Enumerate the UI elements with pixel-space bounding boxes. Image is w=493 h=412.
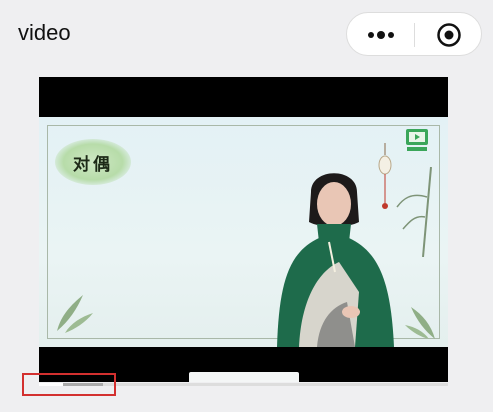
video-player[interactable]: 对偶 [39, 77, 448, 382]
mini-program-capsule [346, 12, 482, 56]
more-dots-icon [367, 31, 394, 39]
annotation-highlight-box [22, 373, 116, 396]
more-button[interactable] [347, 13, 414, 57]
topic-bubble: 对偶 [55, 139, 131, 185]
close-button[interactable] [415, 13, 482, 57]
leaf-decoration-left [57, 295, 93, 333]
topic-label: 对偶 [73, 154, 113, 175]
target-circle-icon [436, 23, 461, 47]
teacher-figure [277, 173, 394, 347]
slide-toolbar [189, 372, 299, 382]
video-frame-content: 对偶 [39, 117, 448, 382]
book-logo-icon [406, 129, 428, 151]
page-title: video [18, 20, 71, 45]
